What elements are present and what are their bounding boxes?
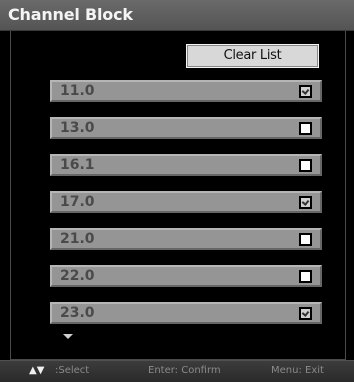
- channel-row[interactable]: 11.0: [50, 80, 322, 102]
- channel-label: 13.0: [60, 120, 95, 136]
- channel-label: 16.1: [60, 157, 95, 173]
- channel-list: 11.0 13.0 16.1 17.0 21.0 22.0 23.0: [50, 80, 322, 339]
- channel-label: 11.0: [60, 83, 95, 99]
- channel-block-window: Channel Block Clear List 11.0 13.0 16.1 17.…: [0, 0, 354, 382]
- channel-label: 21.0: [60, 231, 95, 247]
- channel-row[interactable]: 22.0: [50, 265, 322, 287]
- select-hint: :Select: [55, 365, 90, 376]
- up-down-arrows-icon: ▲▼: [29, 365, 45, 376]
- checkbox-icon[interactable]: [299, 270, 312, 283]
- checkbox-icon[interactable]: [299, 233, 312, 246]
- channel-label: 23.0: [60, 305, 95, 321]
- exit-hint: Menu: Exit: [271, 365, 324, 376]
- clear-list-button[interactable]: Clear List: [186, 44, 319, 68]
- channel-row[interactable]: 16.1: [50, 154, 322, 176]
- checkbox-icon[interactable]: [299, 122, 312, 135]
- chevron-down-icon[interactable]: [63, 334, 73, 339]
- channel-label: 22.0: [60, 268, 95, 284]
- page-title: Channel Block: [8, 5, 133, 24]
- checkbox-icon[interactable]: [299, 307, 312, 320]
- checkbox-icon[interactable]: [299, 159, 312, 172]
- checkbox-icon[interactable]: [299, 196, 312, 209]
- footer-hint-bar: ▲▼ :Select Enter: Confirm Menu: Exit: [0, 360, 354, 382]
- channel-label: 17.0: [60, 194, 95, 210]
- checkbox-icon[interactable]: [299, 85, 312, 98]
- channel-row[interactable]: 21.0: [50, 228, 322, 250]
- confirm-hint: Enter: Confirm: [148, 365, 221, 376]
- channel-row[interactable]: 23.0: [50, 302, 322, 324]
- title-bar: Channel Block: [0, 0, 354, 31]
- channel-row[interactable]: 13.0: [50, 117, 322, 139]
- channel-row[interactable]: 17.0: [50, 191, 322, 213]
